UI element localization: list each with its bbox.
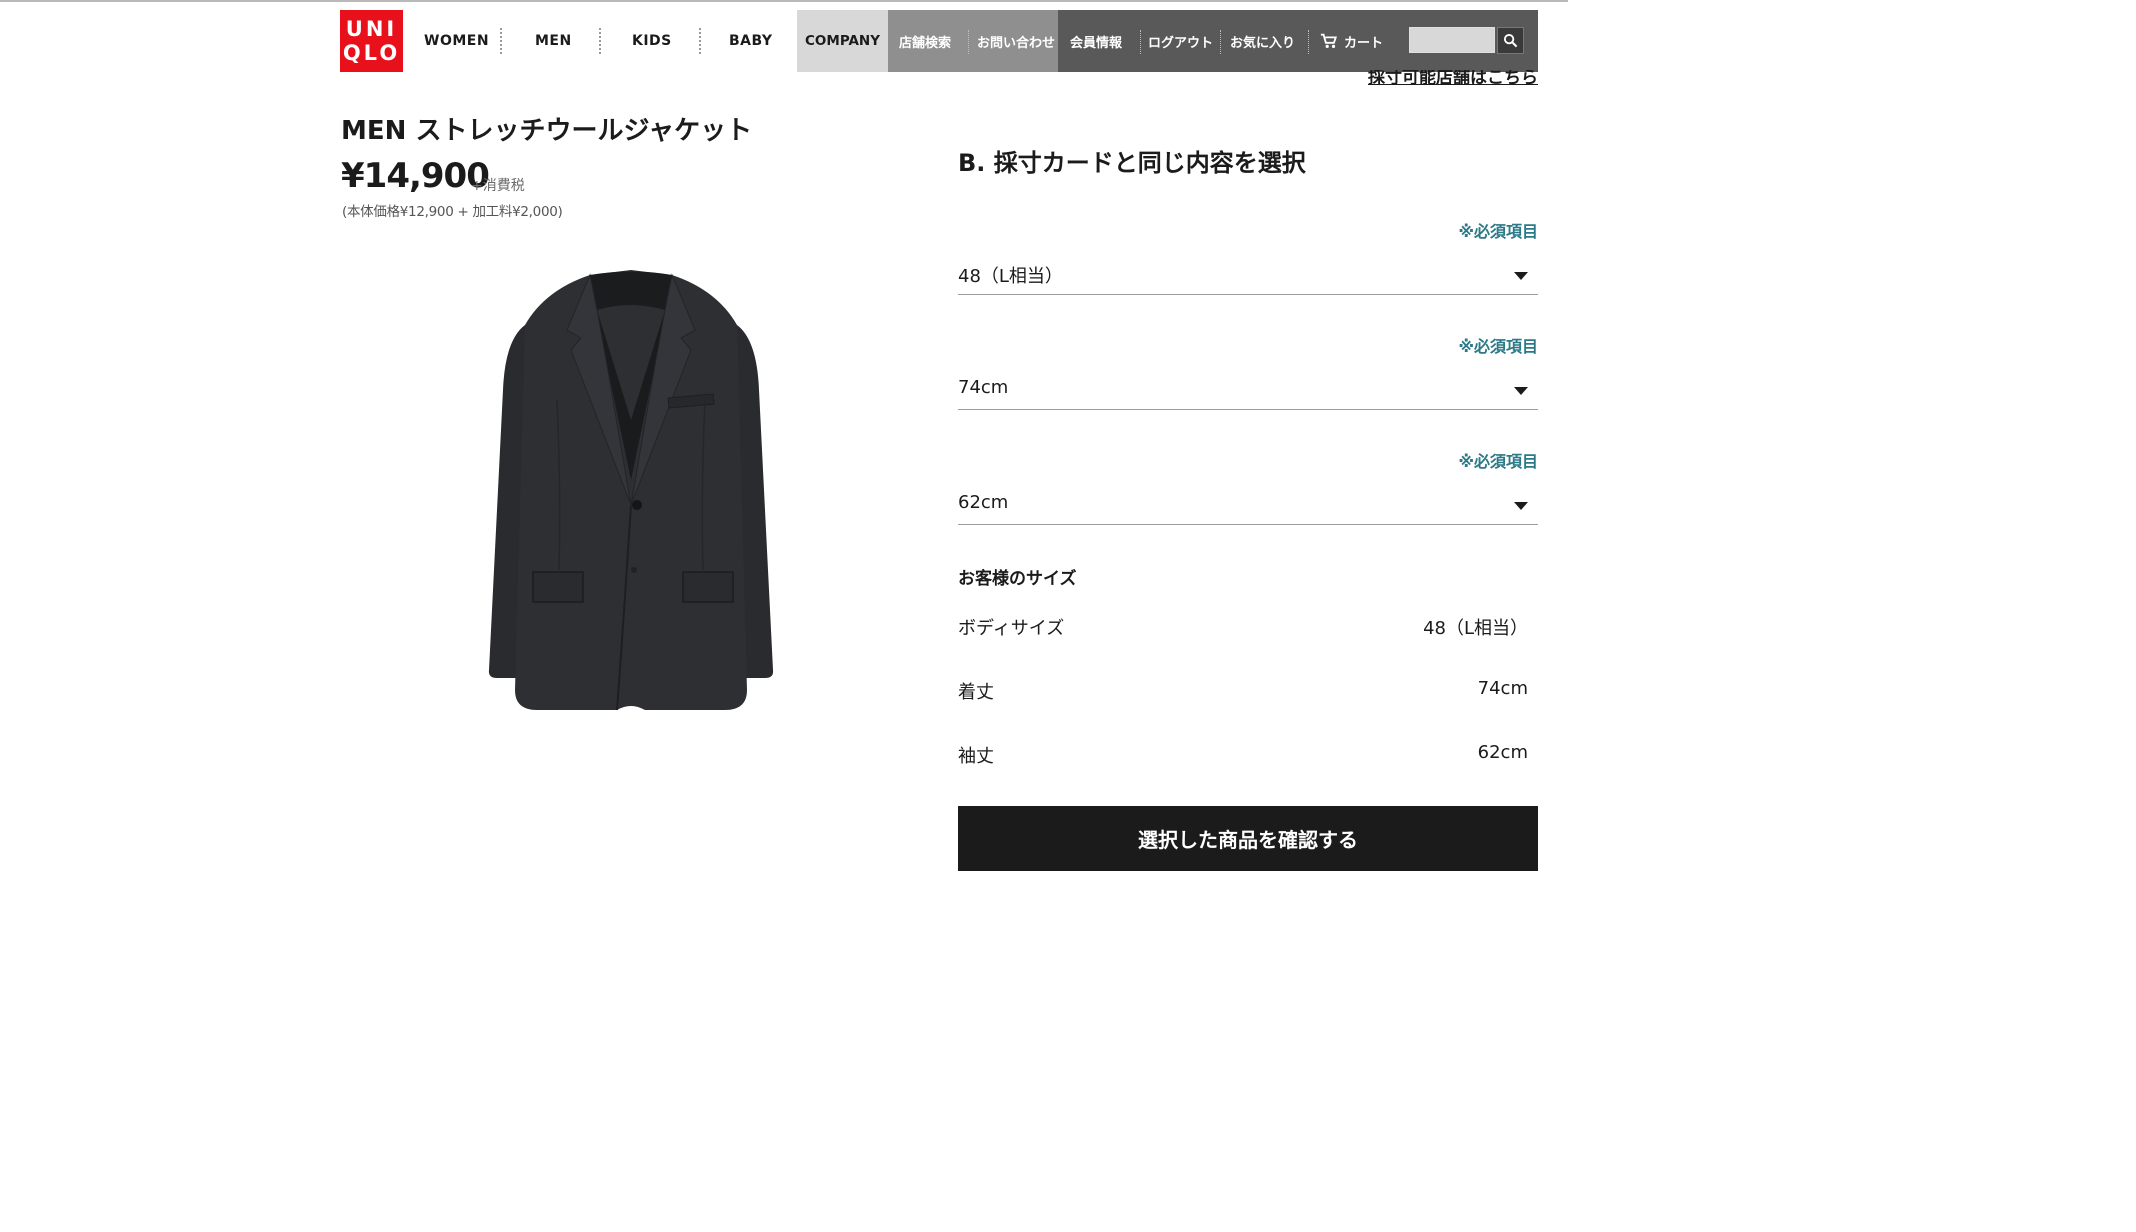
chevron-down-icon [1514,502,1528,510]
tax-note: +消費税 [471,178,525,194]
required-label: ※必須項目 [1458,337,1538,356]
size-row: 袖丈 62cm [958,742,1528,767]
product-title: MEN ストレッチウールジャケット [341,116,753,146]
required-label: ※必須項目 [1458,222,1538,241]
nav-baby[interactable]: BABY [729,33,773,49]
price-breakdown: (本体価格¥12,900 + 加工料¥2,000) [342,204,563,220]
cart-link[interactable]: カート [1320,10,1383,72]
favorites-link[interactable]: お気に入り [1230,10,1295,72]
confirm-selection-button[interactable]: 選択した商品を確認する [958,806,1538,871]
select-value: 48（L相当） [958,266,1063,287]
search-button[interactable] [1497,27,1524,54]
util-separator [968,30,969,54]
your-size-heading: お客様のサイズ [958,569,1077,589]
nav-separator [500,28,502,54]
chevron-down-icon [1514,387,1528,395]
required-label: ※必須項目 [1458,452,1538,471]
select-value: 62cm [958,492,1009,513]
nav-company[interactable]: COMPANY [797,10,888,72]
nav-kids-wrap: KIDS [632,10,672,72]
size-row: 着丈 74cm [958,678,1528,703]
size-row-label: 袖丈 [958,746,994,767]
nav-kids[interactable]: KIDS [632,33,672,49]
nav-men-wrap: MEN [535,10,572,72]
section-heading: B. 採寸カードと同じ内容を選択 [958,149,1306,177]
nav-separator [699,28,701,54]
size-row-value: 62cm [1477,742,1528,763]
search-input[interactable] [1409,27,1495,53]
store-search-link[interactable]: 店舗検索 [899,10,951,72]
sleeve-select[interactable]: 62cm [958,482,1538,525]
util-separator [1308,30,1309,54]
nav-baby-wrap: BABY [729,10,773,72]
body-size-select[interactable]: 48（L相当） [958,252,1538,295]
size-row: ボディサイズ 48（L相当） [958,614,1528,639]
nav-women[interactable]: WOMEN [424,33,489,49]
size-row-label: 着丈 [958,682,994,703]
chevron-down-icon [1514,272,1528,280]
size-row-label: ボディサイズ [958,618,1065,639]
contact-link[interactable]: お問い合わせ [977,10,1055,72]
top-border [0,0,1568,2]
member-info-link[interactable]: 会員情報 [1070,10,1122,72]
search-icon [1503,33,1518,48]
size-row-value: 74cm [1477,678,1528,699]
product-image-jacket [488,270,774,711]
nav-men[interactable]: MEN [535,33,572,49]
cart-icon [1320,33,1337,49]
uniqlo-logo[interactable]: UNI QLO [340,10,403,72]
nav-women-wrap: WOMEN [424,10,489,72]
logo-text-top: UNI [345,17,398,41]
nav-separator [599,28,601,54]
length-select[interactable]: 74cm [958,367,1538,410]
cart-label: カート [1344,35,1384,51]
logo-text-bottom: QLO [342,41,401,65]
select-value: 74cm [958,377,1009,398]
product-price: ¥14,900 [341,156,490,196]
util-separator [1220,30,1221,54]
size-row-value: 48（L相当） [1423,618,1528,639]
util-separator [1140,30,1141,54]
logout-link[interactable]: ログアウト [1148,10,1213,72]
